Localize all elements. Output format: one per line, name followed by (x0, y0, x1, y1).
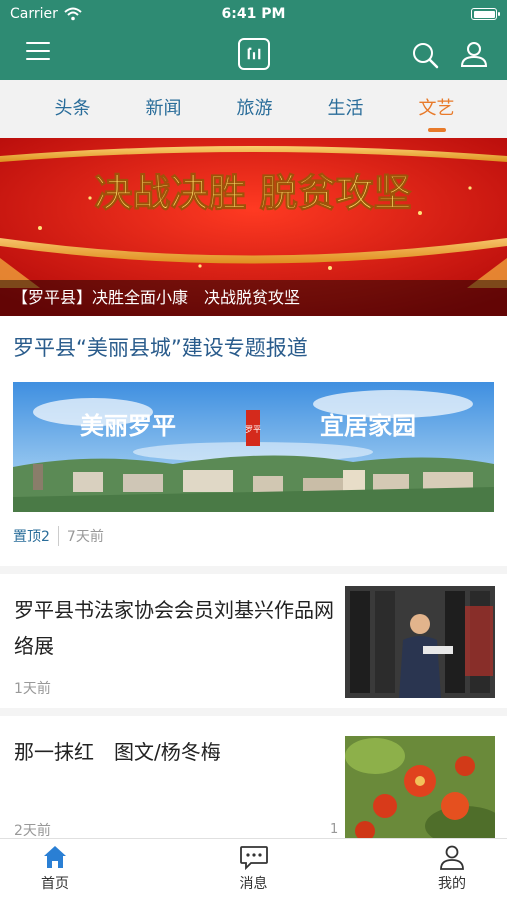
pinned-badge: 置顶2 (13, 526, 59, 546)
tabbar-label-home: 首页 (41, 876, 69, 892)
search-icon[interactable] (410, 40, 440, 70)
tabbar-item-profile[interactable]: 我的 (397, 839, 507, 900)
bottom-tab-bar: 首页 消息 我的 (0, 838, 507, 900)
hamburger-icon[interactable] (26, 42, 50, 64)
feature-meta: 置顶2 7天前 (13, 526, 494, 546)
app-header: Carrier 6:41 PM (0, 0, 507, 80)
article-thumbnail (345, 736, 495, 842)
banner-caption: 【罗平县】决胜全面小康 决战脱贫攻坚 (0, 280, 507, 316)
feature-image-seal: 罗平 (245, 425, 261, 434)
carrier-label: Carrier (10, 6, 58, 22)
tab-life[interactable]: 生活 (300, 80, 391, 138)
feature-image-text-left: 美丽罗平 (80, 412, 176, 440)
nav-bar (0, 28, 507, 80)
status-bar: Carrier 6:41 PM (0, 0, 507, 28)
tab-news[interactable]: 新闻 (118, 80, 209, 138)
user-icon[interactable] (458, 38, 490, 70)
divider (0, 566, 507, 574)
tabbar-item-home[interactable]: 首页 (0, 839, 110, 900)
article-title: 罗平县书法家协会会员刘基兴作品网络展 (14, 598, 334, 658)
article-count: 1 (330, 822, 339, 837)
tabbar-label-profile: 我的 (438, 876, 466, 892)
banner-carousel[interactable]: 决战决胜 脱贫攻坚 【罗平县】决胜全面小康 决战脱贫攻坚 (0, 138, 507, 316)
message-icon (239, 846, 268, 871)
battery-icon (471, 8, 500, 20)
wifi-icon (64, 7, 82, 21)
carrier-info: Carrier (10, 6, 82, 22)
tab-headlines[interactable]: 头条 (27, 80, 118, 138)
list-item[interactable]: 罗平县书法家协会会员刘基兴作品网络展 1天前 (0, 586, 507, 706)
banner-headline: 决战决胜 脱贫攻坚 (94, 171, 411, 215)
category-tabs: 头条 新闻 旅游 生活 文艺 (0, 80, 507, 138)
feature-article[interactable]: 罗平县“美丽县城”建设专题报道 美丽罗平 罗平 宜居家园 置顶2 7天前 (0, 332, 507, 546)
app-logo-icon[interactable] (238, 38, 270, 70)
list-item[interactable]: 那一抹红 图文/杨冬梅 2天前 1 (0, 728, 507, 848)
article-thumbnail (345, 586, 495, 698)
feature-image-text-right: 宜居家园 (320, 412, 416, 440)
home-icon (44, 846, 66, 868)
tabbar-item-messages[interactable]: 消息 (199, 839, 309, 900)
tab-arts[interactable]: 文艺 (391, 80, 482, 138)
article-time: 2天前 (14, 823, 51, 839)
divider (0, 708, 507, 716)
feature-image[interactable]: 美丽罗平 罗平 宜居家园 (13, 382, 494, 512)
feature-title[interactable]: 罗平县“美丽县城”建设专题报道 (13, 332, 494, 366)
article-time: 1天前 (14, 681, 51, 697)
feature-time: 7天前 (66, 529, 104, 545)
article-title: 那一抹红 图文/杨冬梅 (14, 740, 221, 764)
tabbar-label-messages: 消息 (239, 876, 268, 892)
tab-travel[interactable]: 旅游 (209, 80, 300, 138)
profile-icon (440, 845, 464, 870)
